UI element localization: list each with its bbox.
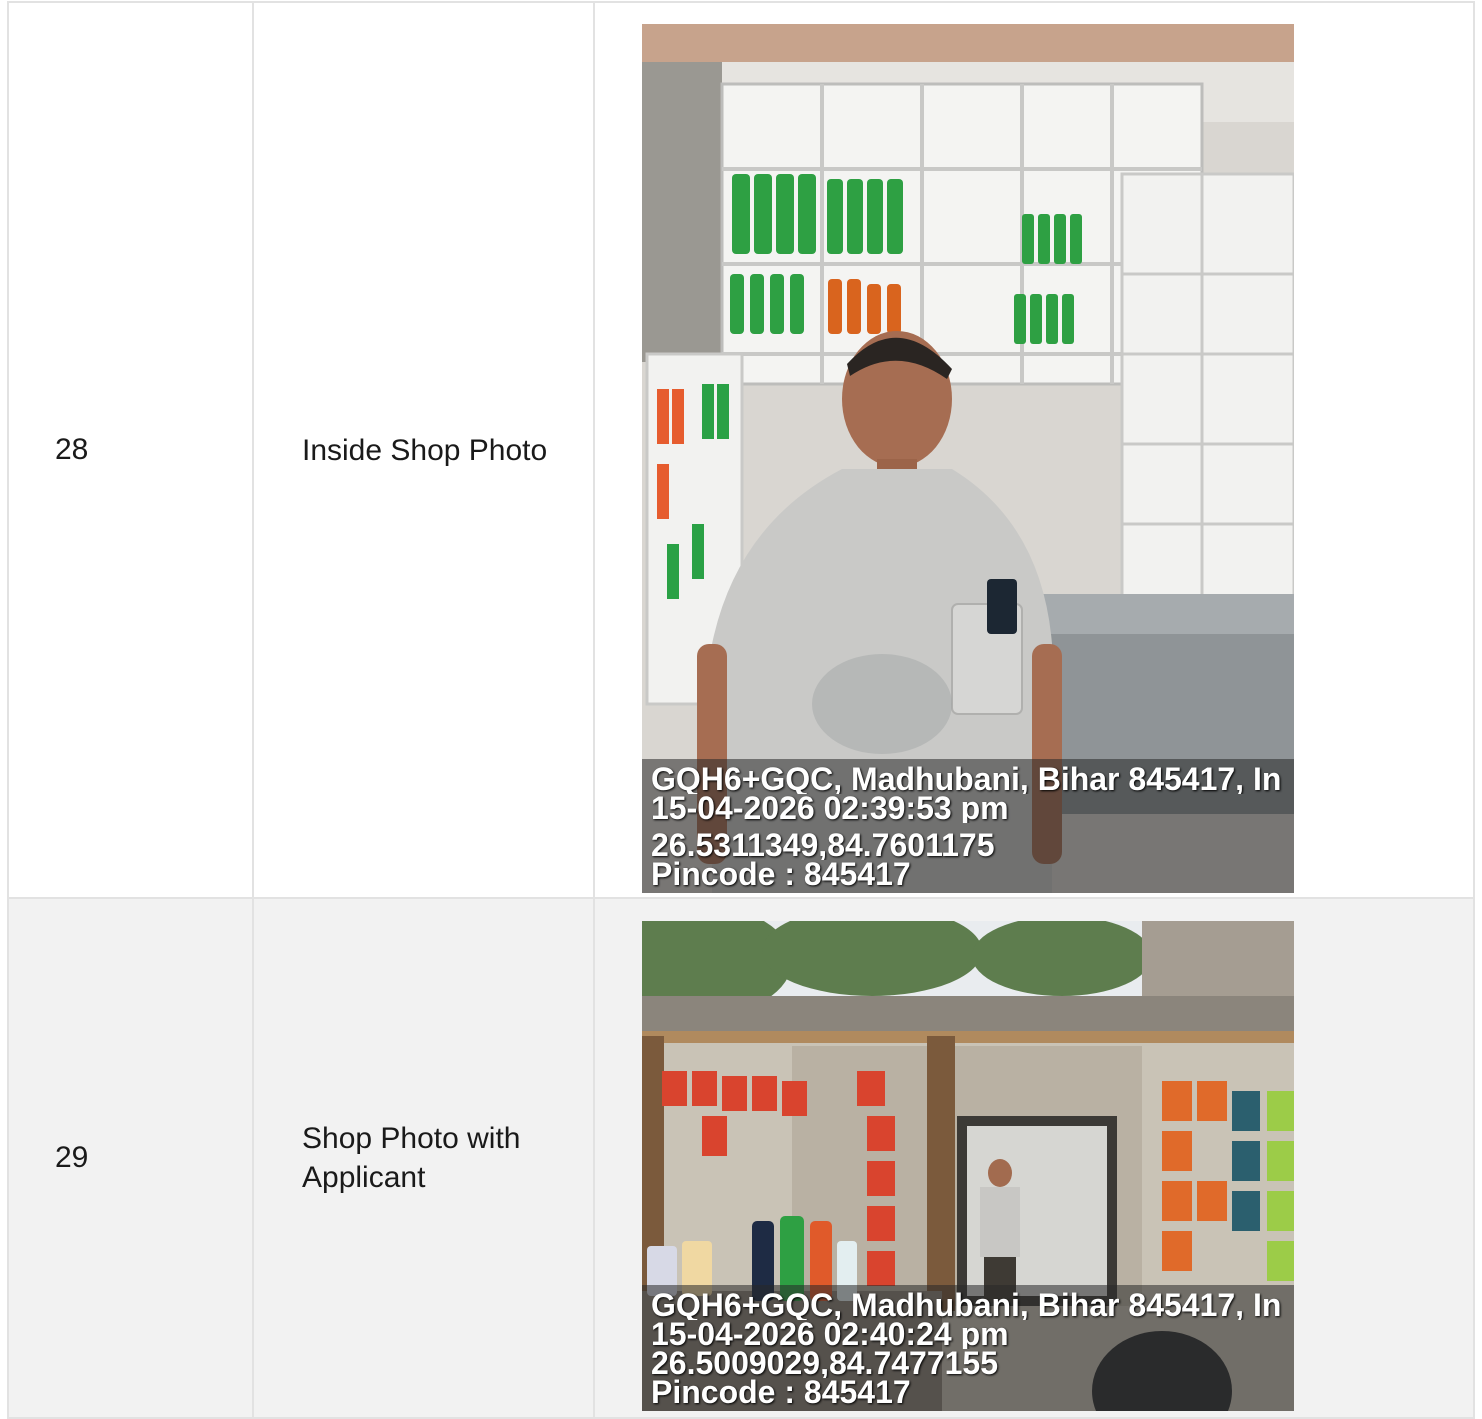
photo-label: Shop Photo with Applicant xyxy=(252,897,595,1419)
table-row: 29 Shop Photo with Applicant GQH6+GQC, M… xyxy=(7,897,1475,1419)
geo-pincode: Pincode : 845417 xyxy=(651,1377,911,1407)
geo-pincode: Pincode : 845417 xyxy=(651,859,911,889)
serial-number: 28 xyxy=(7,1,254,899)
photo-label: Inside Shop Photo xyxy=(252,1,595,899)
photo-cell: GQH6+GQC, Madhubani, Bihar 845417, In 15… xyxy=(593,897,1475,1419)
geo-datetime: 15-04-2026 02:40:24 pm xyxy=(651,1319,1009,1349)
geo-tag-overlay: GQH6+GQC, Madhubani, Bihar 845417, In 15… xyxy=(642,758,1294,893)
geo-address: GQH6+GQC, Madhubani, Bihar 845417, In xyxy=(651,764,1282,794)
photo-cell: GQH6+GQC, Madhubani, Bihar 845417, In 15… xyxy=(593,1,1475,899)
geo-coordinates: 26.5311349,84.7601175 xyxy=(651,830,995,860)
inside-shop-photo: GQH6+GQC, Madhubani, Bihar 845417, In 15… xyxy=(642,23,1294,893)
geo-tag-overlay: GQH6+GQC, Madhubani, Bihar 845417, In 15… xyxy=(642,1284,1294,1411)
geo-address: GQH6+GQC, Madhubani, Bihar 845417, In xyxy=(651,1290,1282,1320)
geo-coordinates: 26.5009029,84.7477155 xyxy=(651,1348,999,1378)
photo-table: 28 Inside Shop Photo GQH6+GQC, Madhubani… xyxy=(7,1,1475,1419)
geo-datetime: 15-04-2026 02:39:53 pm xyxy=(651,793,1009,823)
shop-with-applicant-photo: GQH6+GQC, Madhubani, Bihar 845417, In 15… xyxy=(642,920,1294,1411)
table-row: 28 Inside Shop Photo GQH6+GQC, Madhubani… xyxy=(7,1,1475,899)
serial-number: 29 xyxy=(7,897,254,1419)
